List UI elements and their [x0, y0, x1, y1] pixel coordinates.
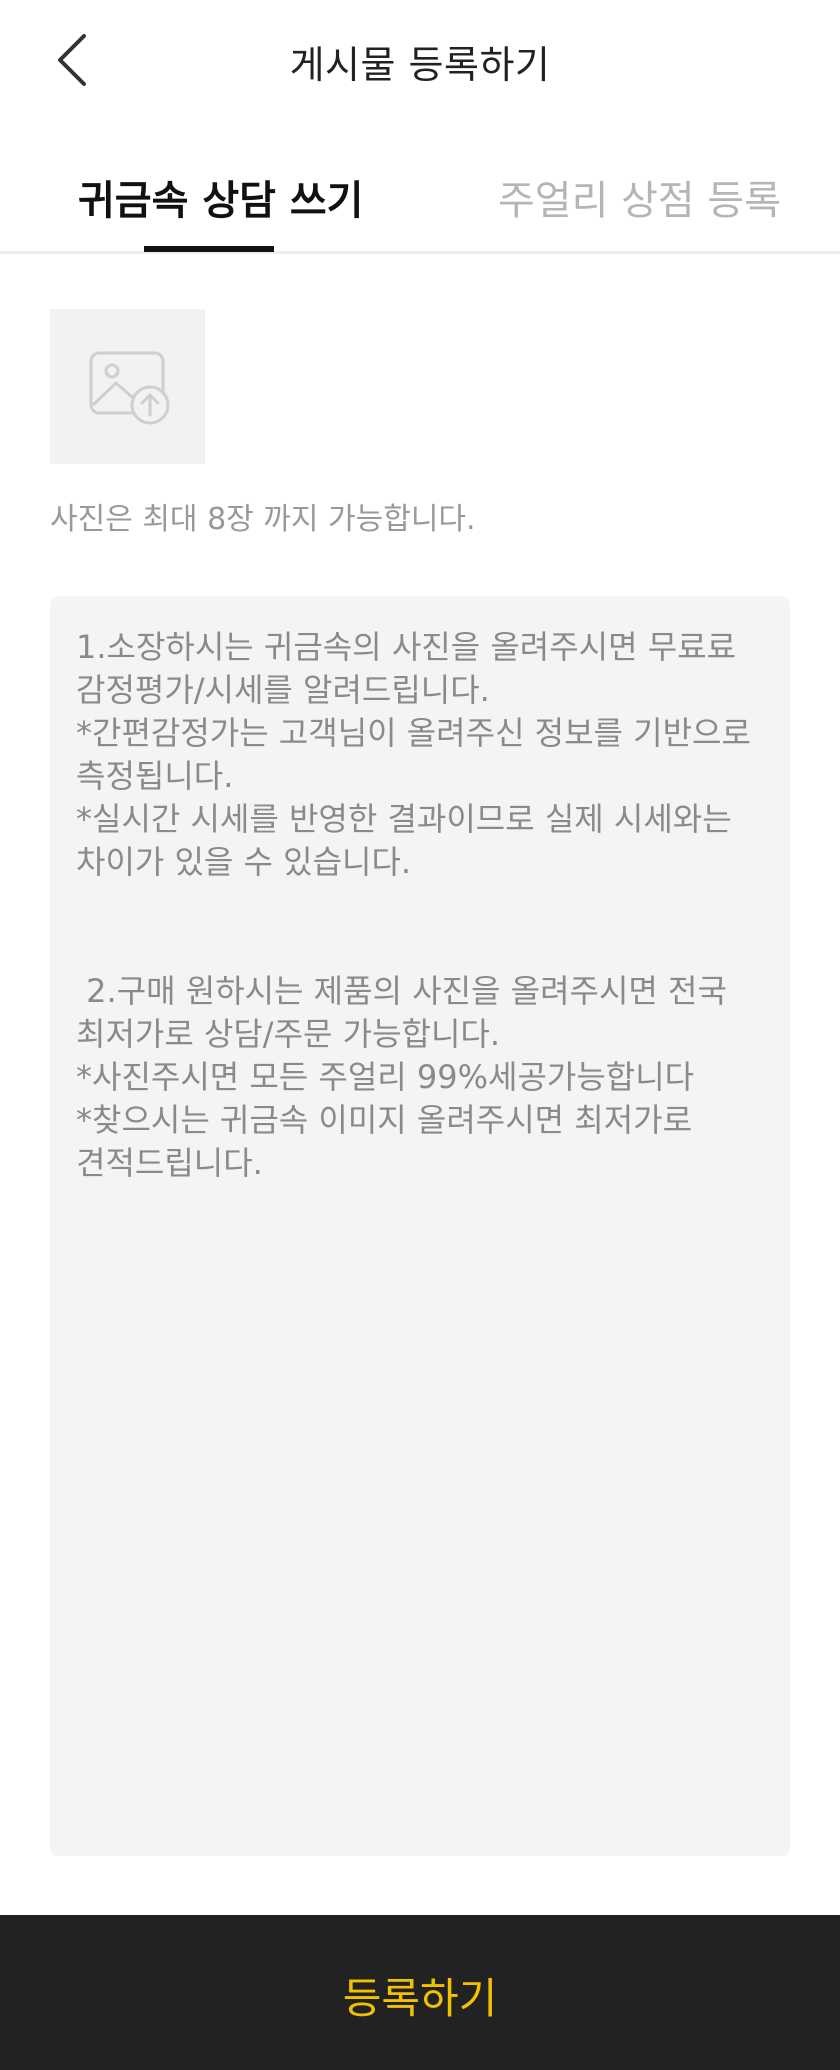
photo-upload-button[interactable]: [50, 309, 205, 464]
tab-store-register[interactable]: 주얼리 상점 등록: [498, 168, 781, 226]
content-placeholder: 1.소장하시는 귀금속의 사진을 올려주시면 무료료 감정평가/시세를 알려드립…: [76, 628, 751, 1182]
photo-limit-hint: 사진은 최대 8장 까지 가능합니다.: [50, 502, 476, 537]
image-upload-icon: [89, 351, 170, 425]
page-title: 게시물 등록하기: [289, 43, 551, 87]
active-tab-indicator: [144, 246, 274, 252]
header: 게시물 등록하기: [0, 0, 840, 120]
tab-bar: 귀금속 상담 쓰기 주얼리 상점 등록: [0, 150, 840, 254]
tab-consultation[interactable]: 귀금속 상담 쓰기: [78, 168, 363, 226]
submit-button[interactable]: 등록하기: [0, 1915, 840, 2070]
submit-button-label: 등록하기: [342, 1974, 498, 2023]
content-textarea[interactable]: 1.소장하시는 귀금속의 사진을 올려주시면 무료료 감정평가/시세를 알려드립…: [50, 596, 790, 1856]
post-register-page: 게시물 등록하기 귀금속 상담 쓰기 주얼리 상점 등록 사진은 최대 8장 까…: [0, 0, 840, 2070]
